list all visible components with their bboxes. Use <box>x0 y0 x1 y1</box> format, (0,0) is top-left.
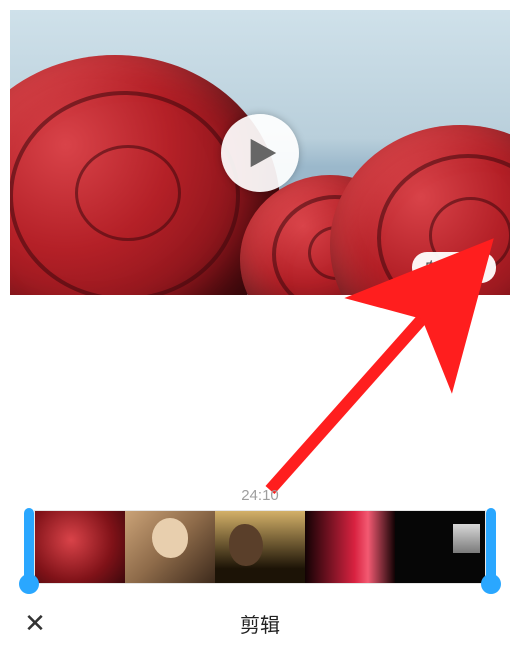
video-preview: 自动剪辑 <box>10 10 510 295</box>
timeline-thumb[interactable] <box>215 511 305 583</box>
timeline-thumb[interactable] <box>395 511 485 583</box>
arrow-icon <box>260 290 490 500</box>
timeline-thumb[interactable] <box>305 511 395 583</box>
page-title: 剪辑 <box>70 609 450 638</box>
play-icon <box>245 136 279 170</box>
timeline-thumb[interactable] <box>125 511 215 583</box>
timeline[interactable] <box>10 510 510 590</box>
trim-knob-left[interactable] <box>19 574 39 594</box>
close-button[interactable]: ✕ <box>0 610 70 636</box>
timeline-track[interactable] <box>34 510 486 584</box>
timeline-thumb[interactable] <box>35 511 125 583</box>
tutorial-arrow-overlay <box>260 290 490 500</box>
duration-label: 24:10 <box>0 487 520 504</box>
play-button[interactable] <box>221 114 299 192</box>
auto-clip-button[interactable]: 自动剪辑 <box>412 252 496 283</box>
bottom-bar: ✕ 剪辑 <box>0 598 520 648</box>
trim-knob-right[interactable] <box>481 574 501 594</box>
